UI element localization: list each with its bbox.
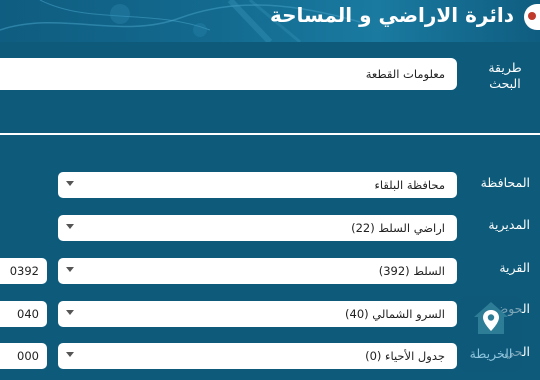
directorate-label: المديرية: [488, 217, 530, 232]
governorate-select[interactable]: محافظة البلقاء: [58, 172, 457, 198]
neighborhood-value: جدول الأحياء (0): [365, 349, 445, 363]
chevron-down-icon: [66, 181, 74, 186]
basin-value: السرو الشمالي (40): [345, 307, 445, 321]
app-header: دائرة الاراضي و المساحة: [0, 0, 540, 42]
map-button[interactable]: الخريطة: [460, 296, 522, 372]
page-title: دائرة الاراضي و المساحة: [269, 3, 514, 27]
directorate-select[interactable]: اراضي السلط (22): [58, 215, 457, 241]
search-method-select[interactable]: معلومات القطعة: [0, 58, 457, 90]
chevron-down-icon: [66, 310, 74, 315]
basin-code-input[interactable]: 040: [0, 301, 47, 327]
chevron-down-icon: [66, 267, 74, 272]
chevron-down-icon: [66, 352, 74, 357]
village-code-input[interactable]: 0392: [0, 258, 47, 284]
divider: [0, 133, 540, 135]
village-select[interactable]: السلط (392): [58, 258, 457, 284]
village-label: القرية: [499, 260, 530, 275]
search-method-label: طريقة البحث: [488, 60, 522, 91]
search-method-value: معلومات القطعة: [365, 67, 445, 81]
governorate-value: محافظة البلقاء: [374, 178, 445, 192]
chevron-down-icon: [66, 224, 74, 229]
home-location-icon: [474, 302, 508, 334]
governorate-label: المحافظة: [480, 175, 530, 190]
neighborhood-code-input[interactable]: 000: [0, 343, 47, 369]
neighborhood-select[interactable]: جدول الأحياء (0): [58, 343, 457, 369]
directorate-value: اراضي السلط (22): [351, 221, 445, 235]
map-label: الخريطة: [469, 346, 513, 361]
basin-select[interactable]: السرو الشمالي (40): [58, 301, 457, 327]
village-value: السلط (392): [378, 264, 445, 278]
